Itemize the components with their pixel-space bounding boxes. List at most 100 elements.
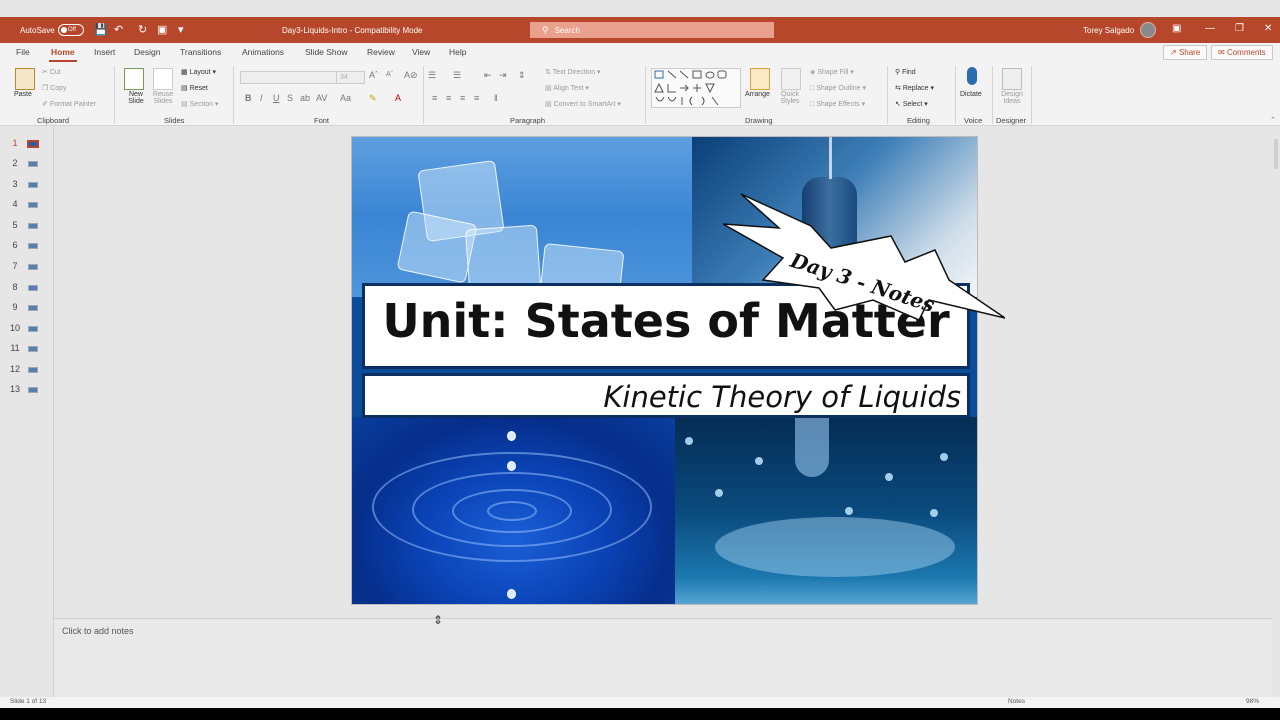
decrease-indent-icon[interactable]: ⇤ (484, 70, 492, 81)
undo-icon[interactable]: ↶ (114, 23, 123, 37)
tab-insert[interactable]: Insert (94, 47, 115, 57)
slide-thumbnail[interactable]: 5 (0, 215, 54, 235)
slide-thumbnail[interactable]: 2 (0, 153, 54, 173)
close-icon[interactable]: ✕ (1264, 23, 1272, 34)
columns-icon[interactable]: ‖ (494, 93, 498, 103)
restore-icon[interactable]: ❐ (1235, 23, 1244, 34)
align-text-button[interactable]: ▤ Align Text ▾ (545, 84, 589, 92)
arrange-icon[interactable] (750, 68, 770, 90)
vertical-scrollbar[interactable] (1272, 127, 1280, 697)
shape-fill-button[interactable]: ◈ Shape Fill ▾ (810, 68, 854, 76)
water-splash-image[interactable] (675, 417, 977, 604)
tab-transitions[interactable]: Transitions (180, 47, 221, 57)
section-button[interactable]: ▤ Section ▾ (181, 100, 218, 108)
slide-thumbnail[interactable]: 1 (0, 133, 54, 153)
font-color-icon[interactable]: A (395, 93, 401, 103)
new-slide-icon[interactable] (124, 68, 144, 90)
search-box[interactable]: ⚲ Search (530, 22, 774, 38)
align-center-icon[interactable]: ≡ (446, 93, 451, 103)
slide-thumbnail[interactable]: 6 (0, 235, 54, 255)
tab-design[interactable]: Design (134, 47, 160, 57)
shadow-icon[interactable]: ab (300, 93, 310, 103)
comments-button[interactable]: ✉ Comments (1211, 45, 1273, 60)
customize-toolbar-icon[interactable]: ▾ (178, 23, 184, 37)
slide-subtitle-box[interactable]: Kinetic Theory of Liquids (362, 373, 970, 418)
numbering-icon[interactable]: ☰ (453, 70, 461, 81)
font-size-box[interactable]: 34 (336, 72, 365, 83)
design-ideas-icon[interactable] (1002, 68, 1022, 90)
arrange-button[interactable]: Arrange (745, 91, 770, 98)
find-button[interactable]: ⚲ Find (895, 68, 916, 76)
paste-button[interactable]: Paste (14, 91, 32, 98)
tab-help[interactable]: Help (449, 47, 466, 57)
slide-thumbnail[interactable]: 3 (0, 174, 54, 194)
notes-pane[interactable]: Click to add notes (54, 618, 1280, 698)
underline-icon[interactable]: U (273, 93, 280, 103)
shape-effects-button[interactable]: □ Shape Effects ▾ (810, 100, 865, 108)
notes-toggle-button[interactable]: Notes (1008, 698, 1025, 705)
tab-review[interactable]: Review (367, 47, 395, 57)
slide-thumbnail[interactable]: 11 (0, 338, 54, 358)
design-ideas-button[interactable]: Design Ideas (998, 91, 1026, 105)
slide-thumbnail[interactable]: 13 (0, 379, 54, 399)
redo-icon[interactable]: ↻ (138, 23, 147, 37)
char-spacing-icon[interactable]: AV (316, 93, 327, 103)
new-slide-button[interactable]: New Slide (121, 91, 151, 105)
cut-button[interactable]: ✂ Cut (42, 68, 61, 76)
reuse-slides-button[interactable]: Reuse Slides (150, 91, 176, 105)
save-icon[interactable]: 💾 (94, 23, 108, 37)
slide-thumbnail[interactable]: 12 (0, 359, 54, 379)
copy-button[interactable]: ❐ Copy (42, 84, 67, 92)
tab-view[interactable]: View (412, 47, 430, 57)
italic-icon[interactable]: I (260, 93, 263, 103)
line-spacing-icon[interactable]: ⇕ (518, 70, 526, 81)
dictate-button[interactable]: Dictate (960, 91, 982, 98)
bold-icon[interactable]: B (245, 93, 252, 103)
ice-cubes-image[interactable] (352, 137, 692, 302)
tab-animations[interactable]: Animations (242, 47, 284, 57)
starburst-callout[interactable] (723, 188, 1005, 324)
shapes-gallery[interactable] (651, 68, 741, 108)
layout-button[interactable]: ▦ Layout ▾ (181, 68, 216, 76)
shrink-font-icon[interactable]: Aˇ (386, 71, 393, 78)
zoom-level[interactable]: 98% (1246, 698, 1259, 705)
quick-styles-icon[interactable] (781, 68, 801, 90)
user-name[interactable]: Torey Salgado (1083, 26, 1134, 35)
document-title[interactable]: Day3-Liquids-Intro - Compatibility Mode (282, 26, 423, 35)
slide-thumbnail[interactable]: 8 (0, 277, 54, 297)
tab-slide-show[interactable]: Slide Show (305, 47, 348, 57)
autosave-toggle[interactable]: Off (58, 24, 84, 36)
select-button[interactable]: ↖ Select ▾ (895, 100, 928, 108)
share-button[interactable]: ↗ Share (1163, 45, 1208, 60)
clear-formatting-icon[interactable]: A⊘ (404, 70, 418, 81)
minimize-icon[interactable]: — (1205, 23, 1215, 34)
reset-button[interactable]: ▤ Reset (181, 84, 208, 92)
bullets-icon[interactable]: ☰ (428, 70, 436, 81)
justify-icon[interactable]: ≡ (474, 93, 479, 103)
reuse-slides-icon[interactable] (153, 68, 173, 90)
font-name-box[interactable]: 34 (240, 71, 365, 84)
ribbon-display-icon[interactable]: ▣ (1172, 23, 1181, 34)
quick-styles-button[interactable]: Quick Styles (776, 91, 804, 105)
collapse-ribbon-icon[interactable]: ⌃ (1270, 116, 1276, 124)
increase-indent-icon[interactable]: ⇥ (499, 70, 507, 81)
microphone-icon[interactable] (967, 67, 977, 85)
slide-thumbnail[interactable]: 9 (0, 297, 54, 317)
highlight-icon[interactable]: ✎ (369, 93, 377, 104)
tab-file[interactable]: File (16, 47, 30, 57)
slide-thumbnail[interactable]: 7 (0, 256, 54, 276)
strikethrough-icon[interactable]: S (287, 93, 293, 103)
replace-button[interactable]: ⇆ Replace ▾ (895, 84, 934, 92)
align-right-icon[interactable]: ≡ (460, 93, 465, 103)
convert-smartart-button[interactable]: ▤ Convert to SmartArt ▾ (545, 100, 621, 108)
slide-thumbnail[interactable]: 4 (0, 194, 54, 214)
shape-outline-button[interactable]: □ Shape Outline ▾ (810, 84, 866, 92)
present-icon[interactable]: ▣ (157, 23, 167, 37)
tab-home[interactable]: Home (49, 47, 77, 62)
avatar[interactable] (1140, 22, 1156, 38)
change-case-icon[interactable]: Aa (340, 93, 351, 103)
text-direction-button[interactable]: ⇅ Text Direction ▾ (545, 68, 601, 76)
scrollbar-thumb[interactable] (1274, 139, 1278, 169)
paste-icon[interactable] (15, 68, 35, 90)
slide-thumbnail[interactable]: 10 (0, 318, 54, 338)
